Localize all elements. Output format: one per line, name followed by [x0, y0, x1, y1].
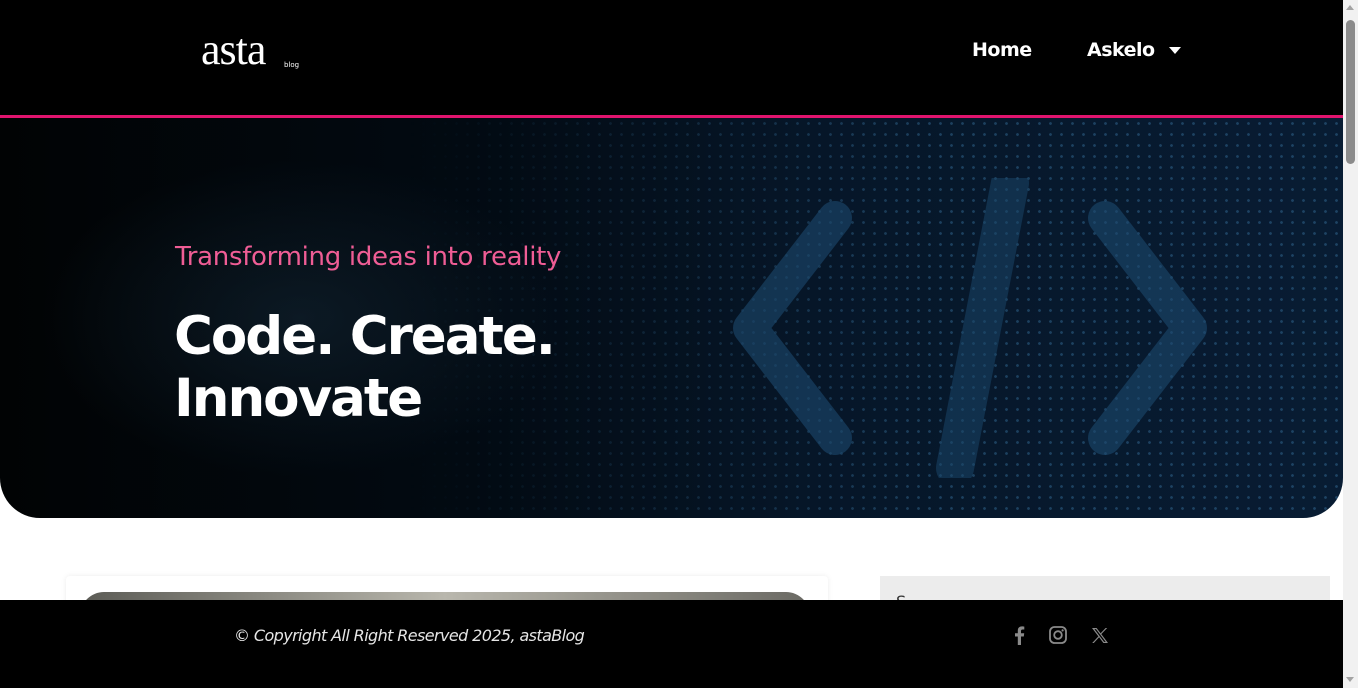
scrollbar-thumb[interactable]	[1346, 20, 1355, 164]
hero-title: Code. Create. Innovate	[174, 306, 694, 430]
nav-item-askelo[interactable]: Askelo	[1087, 38, 1181, 62]
site-logo[interactable]: asta	[201, 28, 266, 72]
site-footer	[0, 600, 1343, 688]
hero-tagline: Transforming ideas into reality	[175, 242, 562, 272]
nav-item-home[interactable]: Home	[972, 38, 1032, 62]
facebook-icon[interactable]	[1008, 624, 1030, 646]
site-header: asta blog Home Askelo	[0, 0, 1343, 115]
hero-title-line2: Innovate	[174, 368, 423, 429]
code-brackets-icon	[733, 178, 1207, 478]
hero-banner: Transforming ideas into reality Code. Cr…	[0, 118, 1343, 518]
x-twitter-icon[interactable]	[1089, 624, 1111, 646]
caret-down-icon[interactable]	[1168, 46, 1181, 54]
vertical-scrollbar[interactable]	[1343, 0, 1358, 688]
nav-item-askelo-label: Askelo	[1087, 39, 1155, 61]
page-viewport: asta blog Home Askelo Transforming ideas…	[0, 0, 1343, 688]
hero-title-line1: Code. Create.	[174, 306, 556, 367]
scroll-up-arrow-icon[interactable]	[1346, 5, 1354, 10]
nav-item-home-label: Home	[972, 39, 1032, 61]
site-logo-subtext: blog	[284, 61, 300, 69]
footer-copyright: © Copyright All Right Reserved 2025, ast…	[234, 626, 585, 645]
scroll-down-arrow-icon[interactable]	[1346, 677, 1354, 682]
instagram-icon[interactable]	[1047, 624, 1069, 646]
